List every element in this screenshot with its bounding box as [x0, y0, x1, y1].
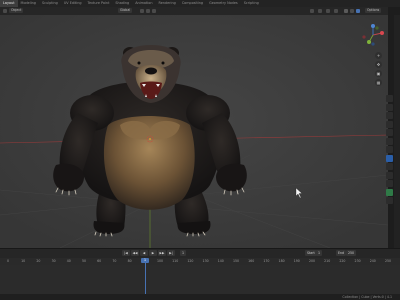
ruler-tick-label: 170: [263, 259, 270, 263]
ruler-tick-label: 120: [187, 259, 194, 263]
output-tab-icon[interactable]: [386, 112, 393, 119]
mode-dropdown[interactable]: Object: [9, 8, 24, 13]
ruler-tick-label: 60: [97, 259, 102, 263]
playhead-frame[interactable]: 1: [141, 258, 149, 263]
ruler-tick-label: 0: [6, 259, 10, 263]
object-tab-icon[interactable]: [386, 146, 393, 153]
current-frame-field[interactable]: 1: [180, 250, 187, 256]
viewport-header: Object Global Options: [0, 7, 388, 15]
ruler-tick-label: 230: [354, 259, 361, 263]
editor-type-icon[interactable]: [3, 8, 7, 13]
workspace-tab-uv-editing[interactable]: UV Editing: [61, 0, 85, 7]
end-frame-label: End: [336, 250, 347, 256]
tool-tab-icon[interactable]: [386, 95, 393, 102]
physics-tab-icon[interactable]: [386, 171, 393, 179]
status-bar: Collection | Cube | Verts:0 | 4.1: [0, 294, 400, 300]
ruler-tick-label: 110: [172, 259, 179, 263]
workspace-tab-scripting[interactable]: Scripting: [241, 0, 262, 7]
render-tab-icon[interactable]: [386, 103, 393, 111]
material-tab-icon[interactable]: [386, 197, 393, 204]
playhead-line[interactable]: [145, 263, 146, 294]
workspace-tab-modeling[interactable]: Modeling: [18, 0, 39, 7]
workspace-tab-compositing[interactable]: Compositing: [179, 0, 206, 7]
workspace-tab-geometry-nodes[interactable]: Geometry Nodes: [206, 0, 241, 7]
ruler-tick-label: 220: [339, 259, 346, 263]
material-shading-icon[interactable]: [350, 8, 354, 13]
ruler-tick-label: 50: [81, 259, 87, 263]
playback-button-0[interactable]: |◀: [122, 250, 130, 256]
playback-button-3[interactable]: ▶: [149, 250, 157, 256]
xray-icon[interactable]: [334, 8, 338, 13]
visibility-icon[interactable]: [310, 8, 314, 13]
navigation-gizmo[interactable]: [361, 23, 385, 47]
pan-icon[interactable]: ✥: [375, 61, 382, 68]
ruler-tick-label: 200: [308, 259, 316, 263]
workspace-tab-texture-paint[interactable]: Texture Paint: [85, 0, 113, 7]
ruler-tick-label: 40: [66, 259, 71, 263]
ruler-tick-label: 150: [232, 259, 240, 263]
playback-button-2[interactable]: ◀: [140, 250, 148, 256]
properties-tabs: [386, 95, 394, 204]
start-frame-field[interactable]: 1: [316, 250, 323, 256]
ruler-tick-label: 190: [293, 259, 300, 263]
data-tab-icon[interactable]: [386, 188, 393, 196]
timeline-ruler[interactable]: 0102030405060708090100110120130140150160…: [0, 258, 400, 265]
rendered-shading-icon[interactable]: [356, 8, 360, 13]
options-dropdown[interactable]: Options: [365, 8, 382, 13]
camera-icon[interactable]: ▣: [375, 70, 382, 77]
ruler-tick-label: 10: [21, 259, 26, 263]
ruler-tick-label: 140: [217, 259, 224, 263]
playback-button-1[interactable]: ◀◀: [131, 250, 139, 256]
status-text: Collection | Cube | Verts:0 | 4.1: [342, 294, 392, 299]
ruler-tick-label: 240: [369, 259, 376, 263]
ruler-tick-label: 210: [324, 259, 331, 263]
playback-controls: |◀ ◀◀ ◀ ▶ ▶▶ ▶|: [122, 250, 175, 256]
snap-icon[interactable]: [146, 8, 150, 13]
ruler-tick-label: 250: [384, 259, 392, 263]
ruler-tick-label: 130: [202, 259, 209, 263]
workspace-tab-layout[interactable]: Layout: [0, 0, 18, 7]
workspace-tab-sculpting[interactable]: Sculpting: [39, 0, 61, 7]
playback-button-5[interactable]: ▶|: [167, 250, 175, 256]
pivot-icon[interactable]: [140, 8, 144, 13]
workspace-tab-shading[interactable]: Shading: [112, 0, 132, 7]
zoom-icon[interactable]: +: [375, 52, 382, 59]
ruler-tick-label: 30: [51, 259, 56, 263]
properties-strip: [394, 15, 400, 248]
scene-tab-icon[interactable]: [386, 129, 393, 136]
particles-tab-icon[interactable]: [386, 163, 393, 170]
ruler-tick-label: 180: [278, 259, 285, 263]
transform-orientation-dropdown[interactable]: Global: [118, 8, 133, 13]
gizmo-toggle-icon[interactable]: [318, 8, 322, 13]
view-layer-tab-icon[interactable]: [386, 120, 393, 128]
workspace-tab-rendering[interactable]: Rendering: [155, 0, 178, 7]
world-tab-icon[interactable]: [386, 137, 393, 145]
ruler-tick-label: 70: [112, 259, 117, 263]
ruler-tick-label: 20: [36, 259, 41, 263]
timeline-track-area[interactable]: [0, 265, 400, 294]
solid-shading-icon[interactable]: [344, 8, 348, 13]
workspace-tab-bar: Layout Modeling Sculpting UV Editing Texture…: [0, 0, 400, 7]
proportional-edit-icon[interactable]: [152, 8, 156, 13]
3d-viewport[interactable]: [0, 15, 388, 248]
end-frame-field[interactable]: 250: [346, 250, 357, 256]
playback-button-4[interactable]: ▶▶: [158, 250, 166, 256]
ruler-tick-label: 100: [156, 259, 164, 263]
ruler-tick-label: 160: [248, 259, 255, 263]
workspace-tab-animation[interactable]: Animation: [132, 0, 155, 7]
constraints-tab-icon[interactable]: [386, 180, 393, 187]
modifier-tab-icon[interactable]: [386, 154, 393, 162]
ruler-tick-label: 80: [127, 259, 132, 263]
grid-icon[interactable]: ▦: [375, 79, 382, 86]
viewport-scene: [0, 15, 388, 248]
overlay-icon[interactable]: [326, 8, 330, 13]
object-origin: [149, 138, 151, 140]
